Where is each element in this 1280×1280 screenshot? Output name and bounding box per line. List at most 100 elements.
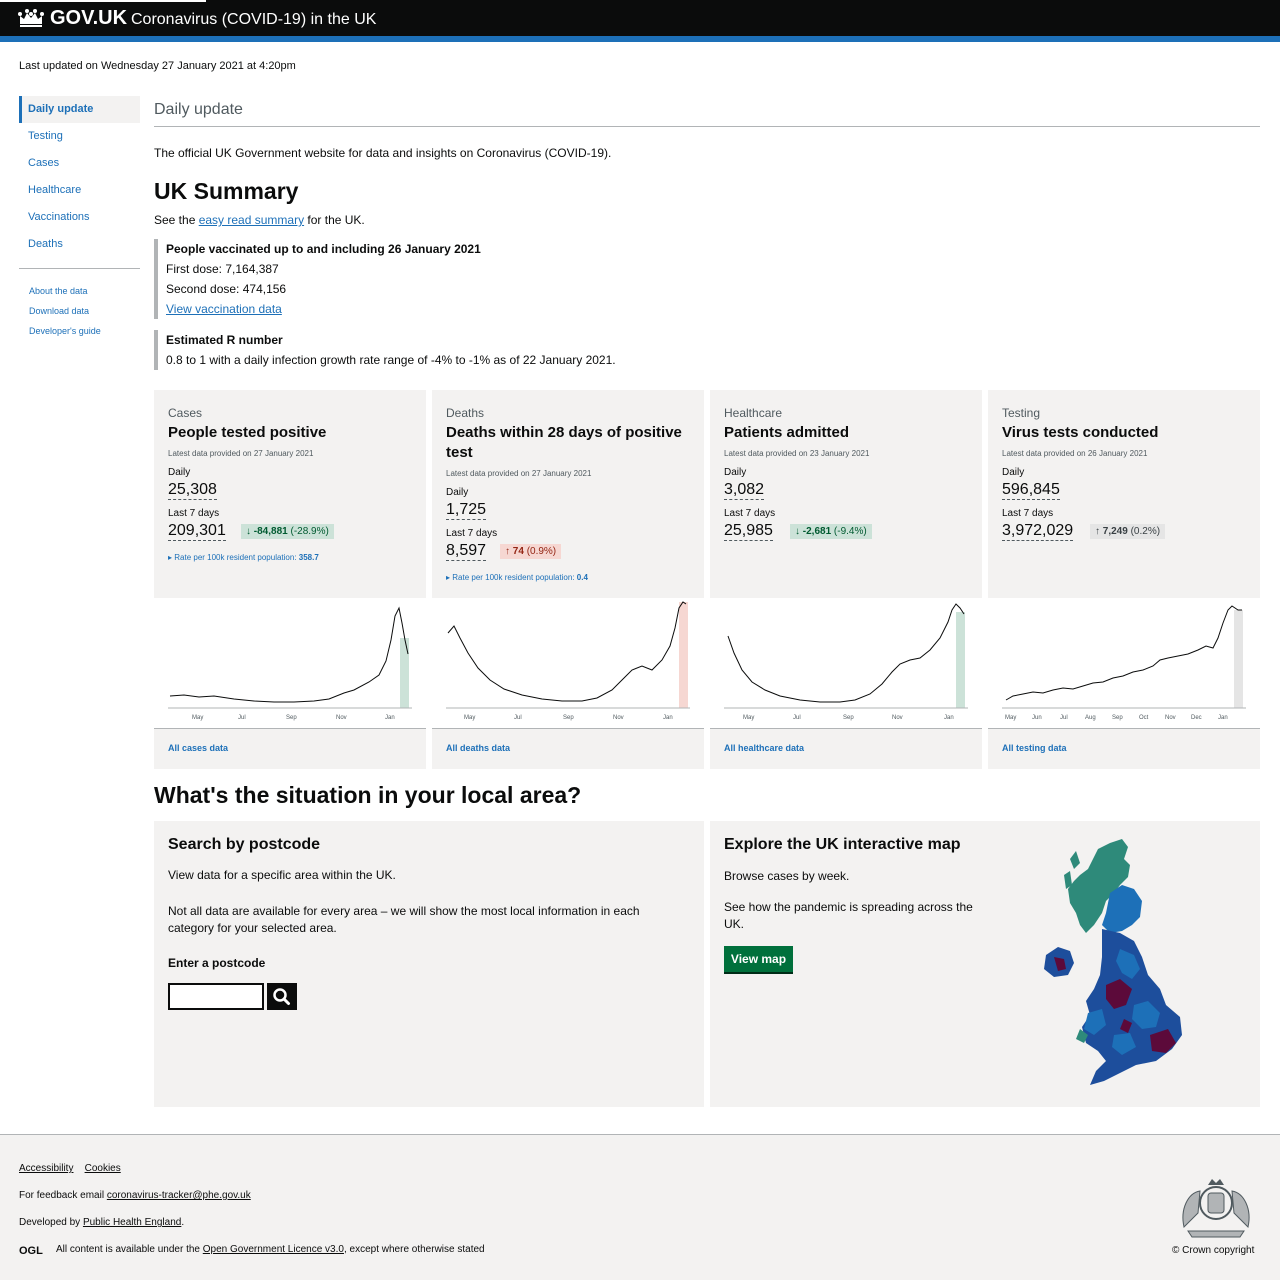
month-tick: Jul [514,715,522,721]
service-name[interactable]: Coronavirus (COVID-19) in the UK [131,11,376,29]
govuk-logo-link[interactable]: GOV.UK [50,7,127,30]
cookies-link[interactable]: Cookies [85,1163,121,1174]
all-deaths-data-link[interactable]: All deaths data [446,743,510,753]
footer-links: Accessibility Cookies [19,1163,121,1174]
postcode-search-panel: Search by postcode View data for a speci… [154,821,704,1107]
cases-chart: May Jul Sep Nov Jan [154,598,426,728]
rate-value: 0.4 [576,573,588,582]
all-healthcare-data-link[interactable]: All healthcare data [724,743,804,753]
change-value: -2,681 [802,526,832,537]
arrow-up-icon: ↑ [505,546,510,557]
month-tick: Jan [944,715,954,721]
card-provided-date: Latest data provided on 26 January 2021 [1002,449,1148,458]
change-value: -84,881 [253,526,288,537]
month-tick: May [464,715,475,721]
download-data-link[interactable]: Download data [19,301,140,321]
week-label: Last 7 days [724,508,776,519]
search-title: Search by postcode [168,836,321,853]
last-7-days-highlight [956,612,965,708]
first-dose: First dose: 7,164,387 [166,262,279,276]
postcode-label: Enter a postcode [168,956,266,970]
phe-link[interactable]: Public Health England [83,1217,181,1228]
crown-copyright[interactable]: © Crown copyright [1172,1245,1254,1256]
feedback-email-link[interactable]: coronavirus-tracker@phe.gov.uk [107,1190,251,1201]
deaths-chart: May Jul Sep Nov Jan [432,598,704,728]
sidebar-item-vaccinations[interactable]: Vaccinations [19,204,140,231]
sidebar-item-testing[interactable]: Testing [19,123,140,150]
change-percent: (-28.9%) [290,526,329,537]
change-badge: ↑ 7,249 (0.2%) [1090,524,1166,539]
developers-guide-link[interactable]: Developer's guide [19,321,140,341]
sidebar-item-deaths[interactable]: Deaths [19,231,140,258]
card-category: Cases [168,406,203,420]
sidebar-item-cases[interactable]: Cases [19,150,140,177]
healthcare-chart: May Jul Sep Nov Jan [710,598,982,728]
uk-map-image[interactable] [1010,829,1190,1094]
daily-label: Daily [446,487,469,498]
all-testing-data-link[interactable]: All testing data [1002,743,1067,753]
week-value[interactable]: 8,597 [446,542,487,561]
card-title: Deaths within 28 days of positive test [446,424,682,461]
month-tick: Jul [793,715,801,721]
rate-disclosure[interactable]: ▸ Rate per 100k resident population: 0.4 [446,573,588,582]
sidebar-item-daily-update[interactable]: Daily update [19,96,140,123]
month-tick: Jul [238,715,246,721]
r-number-text: 0.8 to 1 with a daily infection growth r… [166,353,616,367]
change-percent: (0.9%) [526,546,557,557]
month-tick: Aug [1085,715,1096,721]
card-footer-rule [432,728,704,729]
rate-label: Rate per 100k resident population: [174,553,299,562]
licence-suffix: , except where otherwise stated [343,1244,485,1255]
month-tick: Sep [843,715,854,721]
postcode-input[interactable] [168,983,264,1010]
rate-disclosure[interactable]: ▸ Rate per 100k resident population: 358… [168,553,319,562]
change-badge: ↓ -2,681 (-9.4%) [790,524,872,539]
healthcare-card: Healthcare Patients admitted Latest data… [710,390,982,769]
card-footer-rule [988,728,1260,729]
card-category: Healthcare [724,406,783,420]
accessibility-link[interactable]: Accessibility [19,1163,73,1174]
card-category: Deaths [446,406,485,420]
daily-value[interactable]: 25,308 [168,481,217,500]
week-value[interactable]: 209,301 [168,522,226,541]
uk-summary-heading: UK Summary [154,178,299,204]
search-icon [273,988,290,1005]
month-tick: Nov [613,715,624,721]
about-data-link[interactable]: About the data [19,281,140,301]
postcode-search-button[interactable] [267,983,297,1010]
focus-line [0,0,206,2]
month-tick: Nov [1165,715,1176,721]
ogl-logo-icon: OGL [19,1245,43,1256]
month-tick: Sep [1112,715,1123,721]
view-vaccination-data-link[interactable]: View vaccination data [166,302,282,316]
card-provided-date: Latest data provided on 27 January 2021 [168,449,314,458]
easy-read-summary-link[interactable]: easy read summary [199,213,304,227]
sidebar-item-healthcare[interactable]: Healthcare [19,177,140,204]
last-updated: Last updated on Wednesday 27 January 202… [19,60,296,72]
all-cases-data-link[interactable]: All cases data [168,743,228,753]
easy-read-line: See the easy read summary for the UK. [154,213,365,227]
daily-value[interactable]: 3,082 [724,481,765,500]
royal-coat-of-arms-icon [1182,1179,1250,1238]
daily-label: Daily [724,467,747,478]
week-label: Last 7 days [1002,508,1054,519]
developed-suffix: . [181,1217,185,1228]
deaths-card: Deaths Deaths within 28 days of positive… [432,390,704,769]
map-title: Explore the UK interactive map [724,836,961,853]
daily-value[interactable]: 1,725 [446,501,487,520]
week-label: Last 7 days [168,508,220,519]
ogl-licence-link[interactable]: Open Government Licence v3.0 [203,1244,344,1255]
change-value: 7,249 [1102,526,1128,537]
week-value[interactable]: 25,985 [724,522,773,541]
view-map-button[interactable]: View map [724,946,793,972]
month-tick: Jan [385,715,395,721]
interactive-map-panel: Explore the UK interactive map Browse ca… [710,821,1260,1107]
card-footer-rule [154,728,426,729]
week-value[interactable]: 3,972,029 [1002,522,1074,541]
daily-value[interactable]: 596,845 [1002,481,1060,500]
developed-by-line: Developed by Public Health England. [19,1217,184,1228]
month-tick: Jan [663,715,673,721]
licence-line: All content is available under the Open … [56,1244,485,1255]
card-category: Testing [1002,406,1041,420]
month-tick: May [192,715,203,721]
